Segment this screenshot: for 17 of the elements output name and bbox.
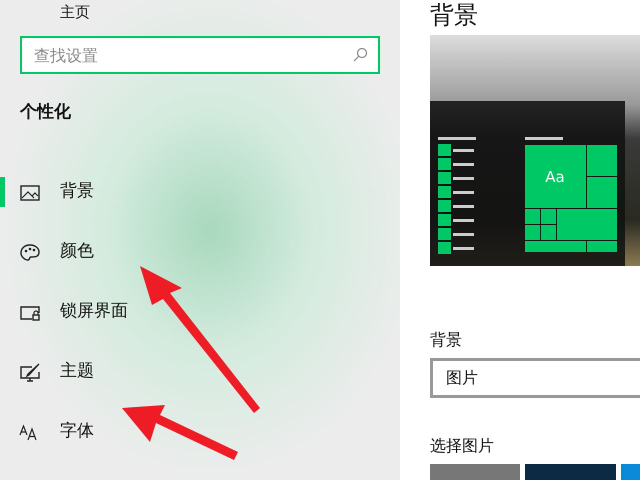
field-label: 背景 [430,329,462,351]
nav-item[interactable]: 颜色 [60,238,94,264]
pen-monitor-icon [19,362,41,382]
section-title: 个性化 [20,101,71,124]
nav-item[interactable]: 背景 [60,178,94,204]
nav-item[interactable]: 字体 [60,418,94,444]
nav-item[interactable]: 锁屏界面 [60,298,128,324]
photo-placeholder[interactable] [620,464,640,480]
search-icon [352,47,368,63]
search-field[interactable]: 查找设置 [20,36,380,74]
page-title: 背景 [430,0,478,30]
field-label: 选择图片 [430,435,494,457]
home-link[interactable]: 主页 [60,3,90,21]
background-dropdown[interactable]: 图片 [430,358,640,398]
tile-label: Aa [545,168,565,186]
palette-icon [19,242,41,262]
nav-item[interactable]: 主题 [60,358,94,384]
